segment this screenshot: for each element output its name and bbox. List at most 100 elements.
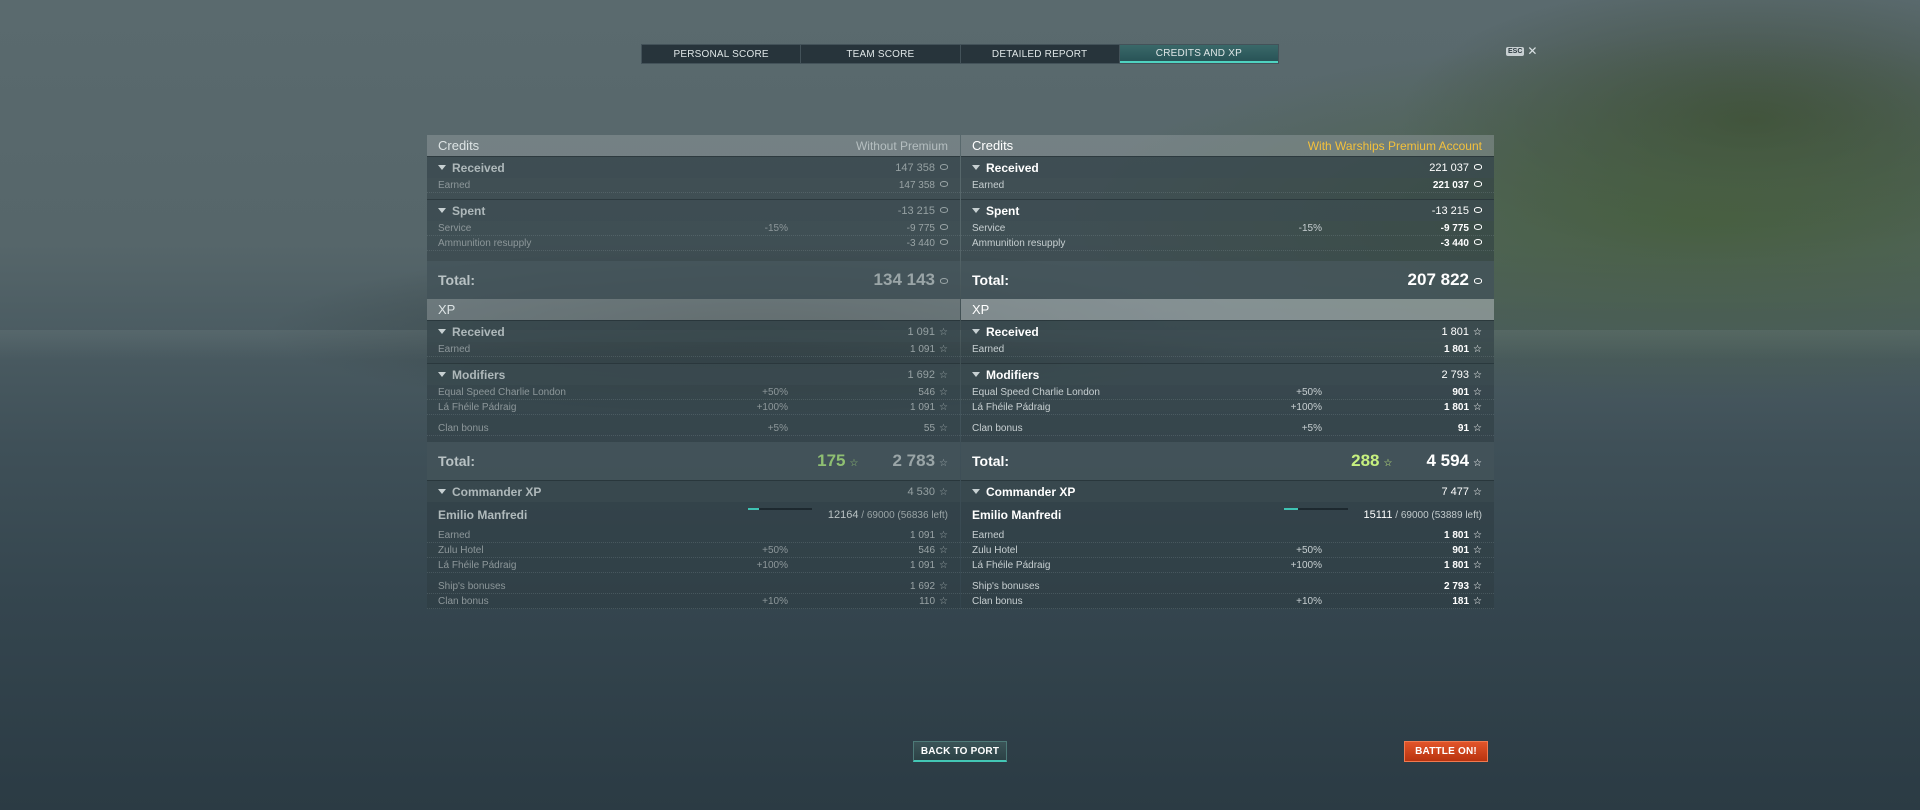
- star-icon: ☆: [1473, 401, 1482, 413]
- row-label: Clan bonus: [972, 422, 1023, 434]
- tab-team-score[interactable]: TEAM SCORE: [801, 45, 961, 63]
- row-percent: +5%: [767, 422, 788, 434]
- credits-subtitle: With Warships Premium Account: [1307, 138, 1482, 153]
- section-value: 7 477 ☆: [1441, 485, 1483, 498]
- commander-xp-section[interactable]: Commander XP 7 477 ☆: [961, 480, 1494, 502]
- list-item: Lá Fhéile Pádraig +100% 1 091 ☆: [427, 400, 960, 415]
- list-item: Earned 1 801 ☆: [961, 342, 1494, 357]
- list-item: Lá Fhéile Pádraig +100% 1 801 ☆: [961, 558, 1494, 573]
- coin-icon: [1474, 180, 1482, 187]
- list-item: Equal Speed Charlie London +50% 546 ☆: [427, 385, 960, 400]
- commander-row: Emilio Manfredi 12164 / 69000 (56836 lef…: [427, 502, 960, 528]
- xp-title: XP: [438, 302, 456, 317]
- total-label: Total:: [438, 453, 476, 469]
- credits-subtitle: Without Premium: [855, 138, 948, 153]
- section-label: Modifiers: [986, 367, 1040, 382]
- section-label: Spent: [452, 203, 486, 218]
- star-icon: ☆: [939, 580, 948, 592]
- list-item: Earned 147 358: [427, 178, 960, 193]
- list-item: Earned 1 091 ☆: [427, 342, 960, 357]
- panel-with-premium: Credits With Warships Premium Account Re…: [961, 135, 1494, 609]
- credits-spent-section[interactable]: Spent -13 215: [427, 199, 960, 221]
- star-icon: ☆: [1473, 595, 1482, 607]
- row-label: Service: [438, 222, 472, 234]
- coin-icon: [1474, 163, 1482, 170]
- coin-icon: [940, 180, 948, 187]
- section-label: Commander XP: [452, 484, 542, 499]
- coin-icon: [1474, 278, 1482, 284]
- section-value: 1 801 ☆: [1441, 325, 1483, 338]
- star-icon: ☆: [939, 326, 948, 338]
- list-item: Clan bonus +10% 181 ☆: [961, 594, 1494, 609]
- row-value: 901 ☆: [1452, 386, 1482, 398]
- row-percent: +50%: [1296, 544, 1322, 556]
- coin-icon: [1474, 238, 1482, 245]
- credits-total: Total: 207 822: [961, 261, 1494, 299]
- row-percent: +100%: [756, 559, 788, 571]
- commander-xp-section[interactable]: Commander XP 4 530 ☆: [427, 480, 960, 502]
- star-icon: ☆: [1383, 458, 1393, 469]
- row-percent: +50%: [762, 386, 788, 398]
- credits-received-section[interactable]: Received 221 037: [961, 156, 1494, 178]
- row-label: Equal Speed Charlie London: [972, 386, 1100, 398]
- star-icon: ☆: [1473, 529, 1482, 541]
- back-to-port-button[interactable]: BACK TO PORT: [913, 741, 1007, 762]
- row-label: Zulu Hotel: [438, 544, 484, 556]
- star-icon: ☆: [1473, 486, 1482, 498]
- list-item: Clan bonus +10% 110 ☆: [427, 594, 960, 609]
- star-icon: ☆: [939, 529, 948, 541]
- commander-progress-text: 12164 / 69000 (56836 left): [827, 509, 948, 521]
- xp-header: XP: [427, 299, 960, 320]
- xp-total: Total: 175 ☆ 2 783 ☆: [427, 442, 960, 480]
- credits-spent-section[interactable]: Spent -13 215: [961, 199, 1494, 221]
- commander-progress-bar: [747, 508, 812, 510]
- commander-progress-bar: [1283, 508, 1348, 510]
- tab-personal-score[interactable]: PERSONAL SCORE: [642, 45, 802, 63]
- row-percent: +100%: [1290, 401, 1322, 413]
- star-icon: ☆: [1473, 458, 1482, 469]
- xp-header: XP: [961, 299, 1494, 320]
- credits-title: Credits: [438, 138, 480, 153]
- list-item: Lá Fhéile Pádraig +100% 1 801 ☆: [961, 400, 1494, 415]
- section-value: 1 091 ☆: [907, 325, 949, 338]
- xp-received-section[interactable]: Received 1 801 ☆: [961, 320, 1494, 342]
- tab-bar: PERSONAL SCORE TEAM SCORE DETAILED REPOR…: [641, 44, 1279, 64]
- row-label: Lá Fhéile Pádraig: [972, 559, 1051, 571]
- xp-total: Total: 288 ☆ 4 594 ☆: [961, 442, 1494, 480]
- progress-fill: [747, 508, 760, 510]
- star-icon: ☆: [939, 401, 948, 413]
- row-value: 1 091 ☆: [910, 343, 948, 355]
- free-xp-value: 175 ☆: [817, 451, 859, 470]
- row-percent: +50%: [1296, 386, 1322, 398]
- close-button[interactable]: ESC ✕: [1506, 45, 1537, 57]
- battle-button[interactable]: BATTLE ON!: [1404, 741, 1488, 762]
- coin-icon: [940, 163, 948, 170]
- tab-credits-and-xp[interactable]: CREDITS AND XP: [1119, 45, 1278, 63]
- row-percent: +50%: [762, 544, 788, 556]
- row-percent: +5%: [1301, 422, 1322, 434]
- list-item: Earned 221 037: [961, 178, 1494, 193]
- total-value: 4 594 ☆: [1426, 451, 1482, 470]
- star-icon: ☆: [1473, 326, 1482, 338]
- list-item: Ship's bonuses 1 692 ☆: [427, 579, 960, 594]
- row-value: 91 ☆: [1457, 422, 1482, 434]
- credits-block: Received 221 037 Earned 221 037 Spent -1…: [961, 156, 1494, 299]
- row-value: 1 801 ☆: [1444, 559, 1482, 571]
- list-item: Clan bonus +5% 55 ☆: [427, 421, 960, 436]
- star-icon: ☆: [1473, 544, 1482, 556]
- list-item: Earned 1 091 ☆: [427, 528, 960, 543]
- xp-modifiers-section[interactable]: Modifiers 2 793 ☆: [961, 363, 1494, 385]
- credits-title: Credits: [972, 138, 1014, 153]
- credits-received-section[interactable]: Received 147 358: [427, 156, 960, 178]
- row-value: 1 091 ☆: [910, 401, 948, 413]
- xp-received-section[interactable]: Received 1 091 ☆: [427, 320, 960, 342]
- star-icon: ☆: [939, 595, 948, 607]
- list-item: Earned 1 801 ☆: [961, 528, 1494, 543]
- tab-detailed-report[interactable]: DETAILED REPORT: [961, 45, 1120, 63]
- total-label: Total:: [972, 272, 1010, 288]
- xp-modifiers-section[interactable]: Modifiers 1 692 ☆: [427, 363, 960, 385]
- row-percent: -15%: [1298, 222, 1322, 234]
- row-label: Equal Speed Charlie London: [438, 386, 566, 398]
- section-label: Received: [986, 324, 1039, 339]
- list-item: Clan bonus +5% 91 ☆: [961, 421, 1494, 436]
